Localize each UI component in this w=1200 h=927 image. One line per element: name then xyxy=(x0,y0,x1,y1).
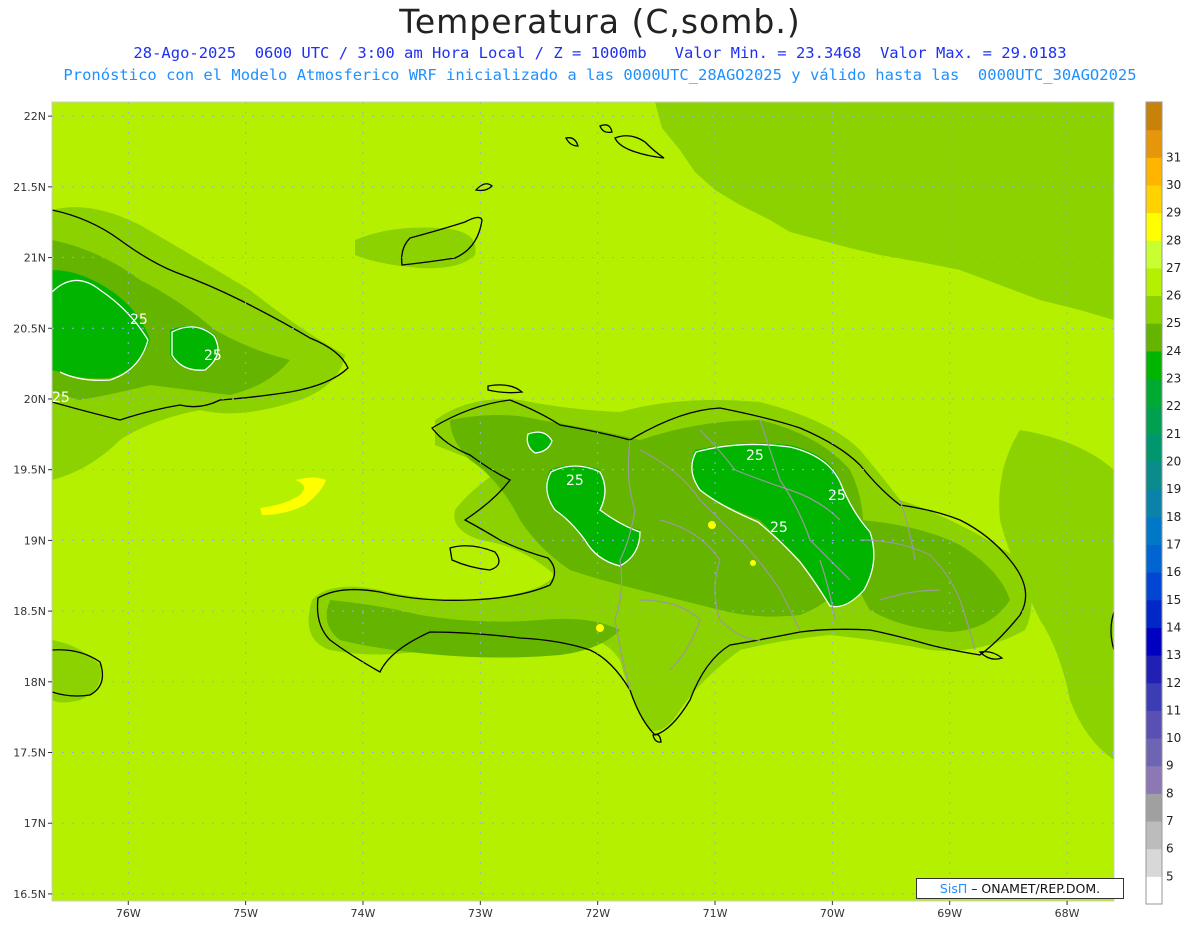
lat-tick-label: 19.5N xyxy=(13,464,46,477)
lat-tick-label: 21.5N xyxy=(13,181,46,194)
colorbar-swatch xyxy=(1146,157,1162,186)
colorbar-swatch xyxy=(1146,627,1162,656)
colorbar-swatch xyxy=(1146,821,1162,850)
colorbar-swatch xyxy=(1146,102,1162,131)
colorbar-label: 10 xyxy=(1166,731,1181,745)
contour-label: 25 xyxy=(828,488,846,504)
colorbar: 5 6 7 8 9 10 11 12 13 14 15 16 17 18 19 20 21 22 23 24 25 26 2… xyxy=(1145,101,1181,905)
lat-tick-label: 18N xyxy=(24,676,46,689)
colorbar-swatch xyxy=(1146,572,1162,601)
colorbar-label: 12 xyxy=(1166,676,1181,690)
colorbar-label: 6 xyxy=(1166,842,1174,856)
lon-tick-label: 74W xyxy=(351,907,376,920)
colorbar-label: 14 xyxy=(1166,620,1181,634)
colorbar-swatch xyxy=(1146,323,1162,352)
colorbar-swatch xyxy=(1146,295,1162,324)
colorbar-swatch xyxy=(1146,848,1162,877)
colorbar-swatch xyxy=(1146,738,1162,767)
colorbar-swatch xyxy=(1146,710,1162,739)
lon-tick-label: 76W xyxy=(116,907,141,920)
colorbar-swatch xyxy=(1146,461,1162,490)
colorbar-label: 27 xyxy=(1166,261,1181,275)
colorbar-swatch xyxy=(1146,129,1162,158)
credit-box: SisΠ – ONAMET/REP.DOM. xyxy=(916,878,1124,899)
lat-tick-label: 20.5N xyxy=(13,322,46,335)
colorbar-swatch xyxy=(1146,599,1162,628)
lon-tick-label: 75W xyxy=(233,907,258,920)
contour-label: 25 xyxy=(130,312,148,328)
contour-label: 25 xyxy=(770,520,788,536)
lon-tick-label: 71W xyxy=(703,907,728,920)
colorbar-label: 7 xyxy=(1166,814,1174,828)
colorbar-swatch xyxy=(1146,544,1162,573)
colorbar-swatch xyxy=(1146,184,1162,214)
lat-tick-label: 19N xyxy=(24,534,46,547)
colorbar-label: 17 xyxy=(1166,537,1181,551)
colorbar-label: 31 xyxy=(1166,150,1181,164)
colorbar-label: 9 xyxy=(1166,759,1174,773)
colorbar-label: 15 xyxy=(1166,593,1181,607)
contour-label: 25 xyxy=(204,348,222,364)
lat-tick-label: 18.5N xyxy=(13,605,46,618)
colorbar-label: 29 xyxy=(1166,206,1181,220)
credit-text: – ONAMET/REP.DOM. xyxy=(967,881,1101,896)
colorbar-label: 23 xyxy=(1166,372,1181,386)
field-28-warm-spot-3 xyxy=(750,560,756,566)
coast-cuba-west-edge xyxy=(52,641,53,642)
lon-tick-label: 73W xyxy=(468,907,493,920)
plot-area: 25 25 25 25 25 25 25 xyxy=(52,102,1114,901)
lat-tick-label: 22N xyxy=(24,110,46,123)
colorbar-swatch xyxy=(1146,212,1162,241)
lon-tick-label: 69W xyxy=(937,907,962,920)
lat-tick-label: 20N xyxy=(24,393,46,406)
colorbar-label: 5 xyxy=(1166,869,1174,883)
colorbar-label: 26 xyxy=(1166,289,1181,303)
lat-tick-label: 17N xyxy=(24,817,46,830)
sispi-logo: SisΠ xyxy=(939,881,968,896)
colorbar-swatch xyxy=(1146,240,1162,269)
lon-tick-label: 68W xyxy=(1055,907,1080,920)
colorbar-label: 11 xyxy=(1166,703,1181,717)
colorbar-label: 16 xyxy=(1166,565,1181,579)
colorbar-label: 18 xyxy=(1166,510,1181,524)
colorbar-label: 24 xyxy=(1166,344,1181,358)
contour-label: 25 xyxy=(52,390,70,406)
contour-label: 25 xyxy=(746,448,764,464)
colorbar-swatch xyxy=(1146,655,1162,684)
colorbar-label: 22 xyxy=(1166,399,1181,413)
colorbar-swatch xyxy=(1146,378,1162,407)
colorbar-label: 13 xyxy=(1166,648,1181,662)
colorbar-label: 30 xyxy=(1166,178,1181,192)
temperature-map: 25 25 25 25 25 25 25 76W 75W 74W 73W 72W 71W 7… xyxy=(13,101,1181,920)
contour-label: 25 xyxy=(566,473,584,489)
colorbar-swatch xyxy=(1146,793,1162,822)
colorbar-label: 21 xyxy=(1166,427,1181,441)
colorbar-swatch xyxy=(1146,516,1162,545)
colorbar-swatch xyxy=(1146,876,1162,905)
lat-tick-label: 21N xyxy=(24,252,46,265)
colorbar-label: 8 xyxy=(1166,786,1174,800)
colorbar-swatch xyxy=(1146,267,1162,297)
colorbar-label: 20 xyxy=(1166,455,1181,469)
colorbar-swatch xyxy=(1146,489,1162,518)
colorbar-label: 25 xyxy=(1166,316,1181,330)
colorbar-label: 19 xyxy=(1166,482,1181,496)
colorbar-swatch xyxy=(1146,433,1162,463)
field-28-warm-spot xyxy=(596,624,604,632)
colorbar-swatch xyxy=(1146,350,1162,380)
colorbar-label: 28 xyxy=(1166,233,1181,247)
lon-tick-label: 70W xyxy=(820,907,845,920)
colorbar-swatch xyxy=(1146,765,1162,794)
lat-tick-label: 17.5N xyxy=(13,747,46,760)
lon-tick-label: 72W xyxy=(585,907,610,920)
colorbar-swatch xyxy=(1146,406,1162,435)
colorbar-swatch xyxy=(1146,682,1162,711)
lat-tick-label: 16.5N xyxy=(13,888,46,901)
